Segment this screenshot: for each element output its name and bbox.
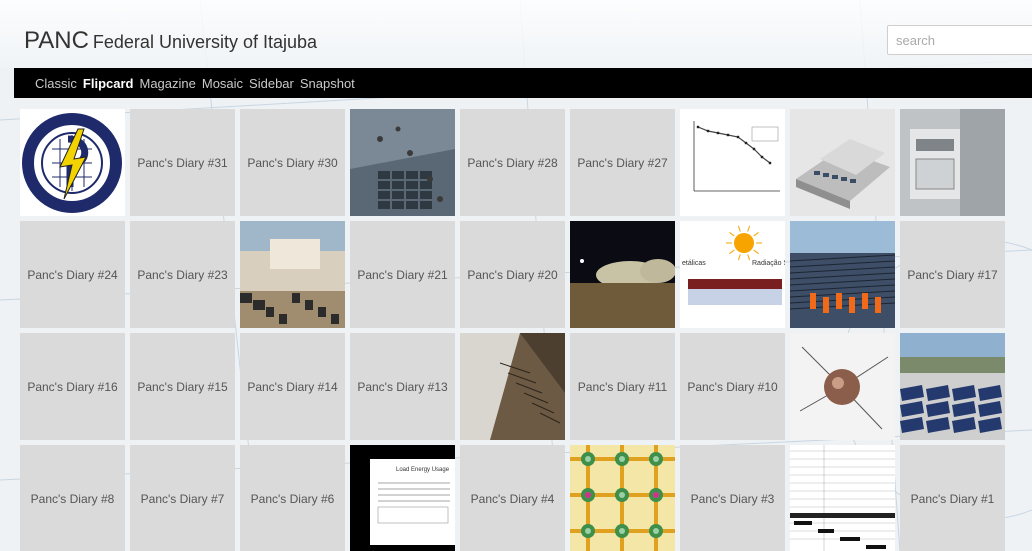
post-tile[interactable]: Panc's Diary #13 [350,333,455,440]
post-title: Panc's Diary #31 [137,155,228,170]
post-tile[interactable]: Panc's Diary #15 [130,333,235,440]
load-energy-slide[interactable]: Load Energy Usage [350,445,455,551]
post-tile[interactable]: Panc's Diary #10 [680,333,785,440]
post-title: Panc's Diary #6 [250,491,335,506]
post-title: Panc's Diary #17 [907,267,998,282]
line-chart-thumbnail[interactable] [680,109,785,216]
solar-cell-diagram[interactable]: etálicas Radiação So [680,221,785,328]
svg-text:etálicas: etálicas [682,260,706,267]
mountain-aerial-photo[interactable] [460,333,565,440]
post-tile[interactable]: Panc's Diary #8 [20,445,125,551]
nav-classic[interactable]: Classic [35,76,77,91]
post-tile[interactable]: Panc's Diary #31 [130,109,235,216]
post-title: Panc's Diary #27 [577,155,668,170]
post-tile[interactable]: Panc's Diary #11 [570,333,675,440]
post-title: Panc's Diary #15 [137,379,228,394]
solar-farm-workers-photo[interactable] [790,221,895,328]
solar-floor-photo[interactable] [350,109,455,216]
nav-magazine[interactable]: Magazine [139,76,195,91]
post-tile[interactable]: Panc's Diary #21 [350,221,455,328]
kitchen-equipment-photo[interactable] [900,109,1005,216]
rooftop-panels-photo[interactable] [900,333,1005,440]
post-title: Panc's Diary #28 [467,155,558,170]
post-title: Panc's Diary #4 [470,491,555,506]
post-tile[interactable]: Panc's Diary #6 [240,445,345,551]
post-title: Panc's Diary #23 [137,267,228,282]
post-title: Panc's Diary #30 [247,155,338,170]
post-tile[interactable]: Panc's Diary #30 [240,109,345,216]
post-tile[interactable]: Panc's Diary #4 [460,445,565,551]
site-brand[interactable]: PANC Federal University of Itajuba [24,27,317,55]
post-tile[interactable]: Panc's Diary #3 [680,445,785,551]
post-tile[interactable]: Panc's Diary #1 [900,445,1005,551]
post-title: Panc's Diary #10 [687,379,778,394]
post-title: Panc's Diary #21 [357,267,448,282]
post-tile[interactable]: Panc's Diary #16 [20,333,125,440]
post-title: Panc's Diary #7 [140,491,225,506]
nav-mosaic[interactable]: Mosaic [202,76,243,91]
site-header: PANC Federal University of Itajuba [0,0,1032,68]
nav-sidebar[interactable]: Sidebar [249,76,294,91]
post-title: Panc's Diary #11 [577,379,668,394]
satellite-photo[interactable] [790,333,895,440]
search-input[interactable] [887,25,1032,55]
post-title: Panc's Diary #16 [27,379,118,394]
post-tile[interactable]: Panc's Diary #20 [460,221,565,328]
circuit-pattern-image[interactable] [570,445,675,551]
post-title: Panc's Diary #14 [247,379,338,394]
svg-text:Load Energy Usage: Load Energy Usage [396,467,450,473]
nav-flipcard[interactable]: Flipcard [83,76,134,91]
post-title: Panc's Diary #13 [357,379,448,394]
post-tile[interactable]: Panc's Diary #14 [240,333,345,440]
post-tile[interactable]: Panc's Diary #24 [20,221,125,328]
post-tile[interactable]: Panc's Diary #28 [460,109,565,216]
post-title: Panc's Diary #3 [690,491,775,506]
post-tile[interactable]: Panc's Diary #7 [130,445,235,551]
view-mode-nav: Classic Flipcard Magazine Mosaic Sidebar… [14,68,1032,98]
spreadsheet-image[interactable] [790,445,895,551]
brand-short-name: PANC [24,27,89,54]
post-tile[interactable]: Panc's Diary #17 [900,221,1005,328]
post-tile[interactable]: Panc's Diary #27 [570,109,675,216]
building-render-photo[interactable] [790,109,895,216]
svg-text:Radiação So: Radiação So [752,260,785,267]
post-title: Panc's Diary #1 [910,491,995,506]
brand-full-name: Federal University of Itajuba [92,32,318,52]
post-title: Panc's Diary #24 [27,267,118,282]
panc-logo-image[interactable] [20,109,125,216]
nav-snapshot[interactable]: Snapshot [300,76,355,91]
night-domes-photo[interactable] [570,221,675,328]
post-title: Panc's Diary #8 [30,491,115,506]
post-grid: Panc's Diary #31 Panc's Diary #30 Panc's … [20,109,1005,551]
post-title: Panc's Diary #20 [467,267,558,282]
crowd-plaza-photo[interactable] [240,221,345,328]
post-tile[interactable]: Panc's Diary #23 [130,221,235,328]
